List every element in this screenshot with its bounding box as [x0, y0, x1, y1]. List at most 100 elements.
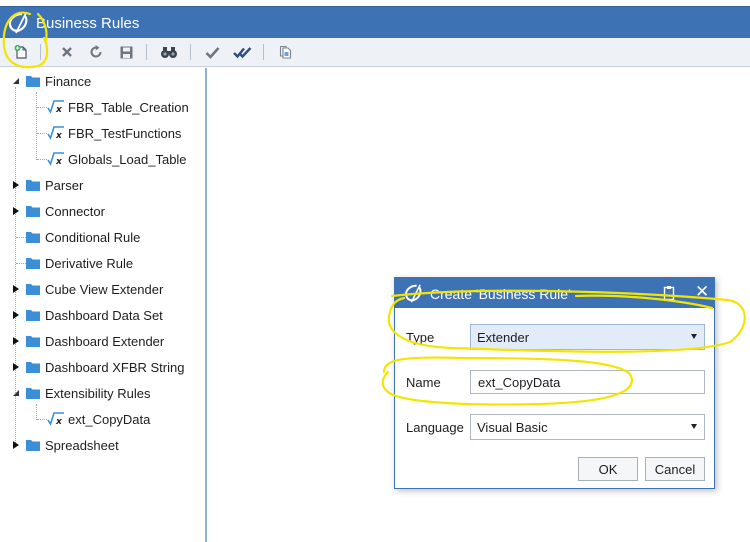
tree-node-label: ext_CopyData — [68, 411, 151, 427]
validate-all-button[interactable] — [231, 42, 253, 62]
folder-icon — [26, 388, 40, 399]
folder-icon — [26, 310, 40, 321]
tree-connector — [36, 404, 37, 420]
tree-node-label: Globals_Load_Table — [68, 151, 187, 167]
search-button[interactable] — [158, 42, 180, 62]
dialog-title-bar[interactable]: Create 'Business Rule' ✕ — [395, 278, 714, 308]
expanded-arrow-icon[interactable] — [10, 75, 22, 87]
collapsed-arrow-icon[interactable] — [10, 361, 22, 373]
expanded-arrow-icon[interactable] — [10, 387, 22, 399]
toolbar-separator — [263, 44, 264, 60]
tree-connector — [16, 237, 26, 238]
formula-icon: x — [47, 152, 65, 166]
tree-node-label: Spreadsheet — [45, 437, 119, 453]
save-icon — [120, 46, 132, 58]
tree-node-label: FBR_TestFunctions — [68, 125, 182, 141]
tree-connector — [37, 133, 47, 134]
folder-icon — [26, 180, 40, 191]
tree-node-label: Dashboard Extender — [45, 333, 165, 349]
title-bar: Business Rules — [0, 6, 750, 38]
delete-icon — [62, 47, 72, 57]
ok-button[interactable]: OK — [578, 457, 638, 481]
check-icon — [205, 46, 219, 59]
folder-icon — [26, 336, 40, 347]
tree-node-cube-view-extender[interactable]: Cube View Extender — [10, 278, 163, 300]
tree-node-label: Connector — [45, 203, 105, 219]
tree-connector — [37, 159, 47, 160]
clipboard-icon[interactable] — [663, 285, 675, 301]
language-label: Language — [406, 420, 464, 435]
tree-node-dashboard-data-set[interactable]: Dashboard Data Set — [10, 304, 163, 326]
window-title: Business Rules — [36, 15, 140, 32]
svg-text:x: x — [55, 131, 63, 140]
chevron-down-icon — [691, 424, 697, 429]
tree-node-label: Cube View Extender — [45, 281, 164, 297]
collapsed-arrow-icon[interactable] — [10, 205, 22, 217]
tree-node-globals-load-table[interactable]: x Globals_Load_Table — [47, 148, 187, 170]
tree-node-label: Parser — [45, 177, 84, 193]
tree-connector — [36, 92, 37, 160]
collapsed-arrow-icon[interactable] — [10, 283, 22, 295]
type-select[interactable]: Extender — [470, 324, 705, 350]
copy-button[interactable] — [274, 42, 296, 62]
formula-icon: x — [47, 126, 65, 140]
chevron-down-icon — [691, 334, 697, 339]
folder-icon — [26, 362, 40, 373]
create-business-rule-dialog: Create 'Business Rule' ✕ Type Extender N… — [394, 277, 715, 489]
language-select-value: Visual Basic — [477, 420, 548, 435]
tree-node-dashboard-xfbr-string[interactable]: Dashboard XFBR String — [10, 356, 184, 378]
tree-node-conditional-rule[interactable]: Conditional Rule — [26, 226, 140, 248]
svg-text:x: x — [55, 157, 63, 166]
collapsed-arrow-icon[interactable] — [10, 179, 22, 191]
type-label: Type — [406, 330, 435, 345]
save-button[interactable] — [115, 42, 137, 62]
search-binoculars-icon — [161, 47, 177, 58]
copy-icon — [279, 45, 291, 59]
tree-node-fbr-table-creation[interactable]: x FBR_Table_Creation — [47, 96, 189, 118]
tree-node-fbr-testfunctions[interactable]: x FBR_TestFunctions — [47, 122, 181, 144]
folder-icon — [26, 232, 40, 243]
tree-node-label: Finance — [45, 73, 92, 89]
folder-icon — [26, 258, 40, 269]
tree-node-spreadsheet[interactable]: Spreadsheet — [10, 434, 119, 456]
tree-node-parser[interactable]: Parser — [10, 174, 83, 196]
tree-node-derivative-rule[interactable]: Derivative Rule — [26, 252, 133, 274]
refresh-button[interactable] — [85, 42, 107, 62]
tree-node-label: FBR_Table_Creation — [68, 99, 189, 115]
tree-node-finance[interactable]: Finance — [10, 70, 91, 92]
dialog-title: Create 'Business Rule' — [430, 286, 571, 302]
panel-splitter[interactable] — [205, 68, 207, 542]
delete-button[interactable] — [56, 42, 78, 62]
validate-button[interactable] — [201, 42, 223, 62]
tree-node-label: Extensibility Rules — [45, 385, 151, 401]
collapsed-arrow-icon[interactable] — [10, 439, 22, 451]
tree-node-label: Dashboard XFBR String — [45, 359, 185, 375]
tree-node-extensibility-rules[interactable]: Extensibility Rules — [10, 382, 151, 404]
business-rules-tree: Finance x FBR_Table_Creation x FBR_TestF… — [0, 68, 205, 542]
close-icon[interactable]: ✕ — [695, 283, 709, 301]
tree-connector — [16, 263, 26, 264]
onestream-logo-icon — [405, 284, 422, 303]
toolbar-separator — [190, 44, 191, 60]
tree-node-ext-copydata[interactable]: x ext_CopyData — [47, 408, 150, 430]
formula-icon: x — [47, 412, 65, 426]
folder-icon — [26, 76, 40, 87]
tree-node-connector[interactable]: Connector — [10, 200, 105, 222]
folder-icon — [26, 206, 40, 217]
create-new-button[interactable] — [10, 42, 32, 62]
name-field[interactable] — [470, 370, 705, 394]
tree-connector — [37, 419, 47, 420]
name-label: Name — [406, 375, 441, 390]
language-select[interactable]: Visual Basic — [470, 414, 705, 440]
type-select-value: Extender — [477, 330, 530, 345]
formula-icon: x — [47, 100, 65, 114]
collapsed-arrow-icon[interactable] — [10, 309, 22, 321]
cancel-button[interactable]: Cancel — [645, 457, 705, 481]
check-all-icon — [232, 46, 251, 58]
toolbar — [0, 38, 750, 67]
create-new-icon — [14, 45, 27, 59]
tree-node-label: Conditional Rule — [45, 229, 141, 245]
folder-icon — [26, 440, 40, 451]
collapsed-arrow-icon[interactable] — [10, 335, 22, 347]
tree-node-dashboard-extender[interactable]: Dashboard Extender — [10, 330, 164, 352]
